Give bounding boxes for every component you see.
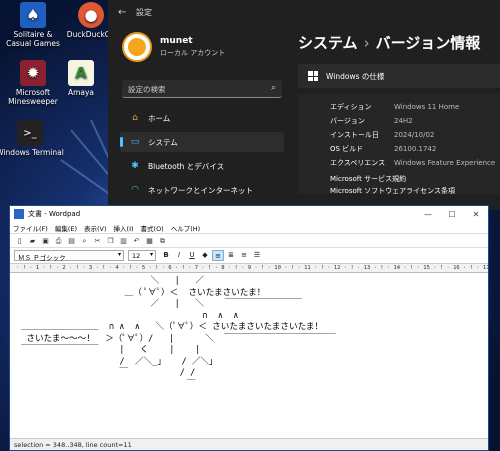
windows-spec-card[interactable]: Windows の仕様 — [298, 64, 500, 88]
copy-icon[interactable]: ❐ — [105, 236, 116, 246]
window-title: 文書 - Wordpad — [28, 210, 81, 218]
desktop-icon-amaya[interactable]: A Amaya — [48, 60, 114, 97]
paste-icon[interactable]: ▥ — [118, 236, 129, 246]
print-preview-icon[interactable]: ▤ — [66, 236, 77, 246]
sidebar-item-home[interactable]: ⌂ ホーム — [120, 108, 284, 128]
breadcrumb-parent[interactable]: システム — [298, 34, 358, 52]
breadcrumb: システム › バージョン情報 — [298, 32, 480, 53]
underline-button[interactable]: U — [186, 250, 198, 261]
new-document-icon[interactable]: ▯ — [14, 236, 25, 246]
back-arrow-icon[interactable]: ← — [118, 7, 136, 18]
wordpad-titlebar[interactable]: 文書 - Wordpad — ☐ ✕ — [10, 206, 488, 222]
document-text[interactable]: ＼ | ／ ＿（ ﾟ∀ﾟ）＜ さいたまさいたま！ ／ | ＼ ￣￣￣￣￣￣￣￣￣… — [16, 276, 336, 391]
bluetooth-icon: ✱ — [131, 161, 139, 171]
menu-bar: ファイル(F) 編集(E) 表示(V) 挿入(I) 書式(O) ヘルプ(H) — [10, 222, 488, 234]
undo-icon[interactable]: ↶ — [131, 236, 142, 246]
italic-button[interactable]: I — [173, 250, 185, 261]
settings-titlebar: ← 設定 — [108, 0, 500, 24]
wordpad-window: 文書 - Wordpad — ☐ ✕ ファイル(F) 編集(E) 表示(V) 挿… — [9, 205, 489, 451]
spec-row: インストール日 2024/10/02 — [330, 131, 435, 139]
maximize-button[interactable]: ☐ — [440, 210, 464, 219]
amaya-icon: A — [68, 60, 94, 86]
open-folder-icon[interactable]: ▰ — [27, 236, 38, 246]
menu-help[interactable]: ヘルプ(H) — [171, 223, 200, 233]
wordpad-app-icon — [14, 209, 24, 219]
service-agreement-link[interactable]: Microsoft サービス規約 — [330, 174, 406, 184]
menu-view[interactable]: 表示(V) — [84, 223, 107, 233]
cards-icon: ♠ — [20, 2, 46, 28]
settings-main: システム › バージョン情報 Windows の仕様 エディション Windows 1… — [298, 24, 500, 210]
status-bar: selection = 348..348, line count=11 — [10, 438, 488, 450]
menu-edit[interactable]: 編集(E) — [55, 223, 77, 233]
align-right-icon[interactable]: ≡ — [238, 250, 250, 261]
desktop-icon-solitaire[interactable]: ♠ Solitaire & Casual Games — [0, 2, 66, 48]
menu-file[interactable]: ファイル(F) — [13, 223, 48, 233]
user-name: munet — [160, 36, 193, 46]
settings-sidebar: munet ローカル アカウント 設定の検索 ⌕ ⌂ ホーム ▭ システム ✱ … — [108, 24, 288, 210]
find-icon[interactable]: ⌕ — [79, 236, 90, 246]
font-name-select[interactable]: ＭＳ Ｐゴシック ▾ — [14, 250, 124, 262]
sidebar-item-network[interactable]: ◠ ネットワークとインターネット — [120, 180, 284, 200]
spec-row: OS ビルド 26100.1742 — [330, 145, 437, 153]
settings-title: 設定 — [136, 7, 152, 17]
settings-window: ← 設定 munet ローカル アカウント 設定の検索 ⌕ ⌂ ホーム ▭ シス… — [108, 0, 500, 210]
chevron-down-icon: ▾ — [149, 251, 153, 258]
standard-toolbar: ▯ ▰ ▣ ⎙ ▤ ⌕ ✂ ❐ ▥ ↶ ▦ ⧉ — [10, 234, 488, 248]
terminal-icon: >_ — [17, 120, 43, 146]
chevron-down-icon: ▾ — [117, 251, 121, 258]
insert-object-icon[interactable]: ⧉ — [157, 236, 168, 246]
duck-icon: ● — [78, 2, 104, 28]
save-icon[interactable]: ▣ — [40, 236, 51, 246]
close-button[interactable]: ✕ — [464, 210, 488, 219]
font-color-icon[interactable]: ◆ — [199, 250, 211, 261]
bullets-icon[interactable]: ☰ — [251, 250, 263, 261]
settings-search-input[interactable]: 設定の検索 ⌕ — [122, 80, 282, 98]
insert-date-icon[interactable]: ▦ — [144, 236, 155, 246]
windows-logo-icon — [308, 71, 318, 81]
bold-button[interactable]: B — [160, 250, 172, 261]
sidebar-item-bluetooth[interactable]: ✱ Bluetooth とデバイス — [120, 156, 284, 176]
search-icon: ⌕ — [270, 83, 276, 93]
spec-row: エクスペリエンス Windows Feature Experience — [330, 159, 496, 167]
page-title: バージョン情報 — [375, 34, 481, 52]
cut-icon[interactable]: ✂ — [92, 236, 103, 246]
sidebar-item-system[interactable]: ▭ システム — [120, 132, 284, 152]
spec-row: バージョン 24H2 — [330, 117, 413, 125]
desktop-icon-terminal[interactable]: >_ Windows Terminal — [0, 120, 68, 157]
wifi-icon: ◠ — [131, 185, 139, 195]
license-terms-link[interactable]: Microsoft ソフトウェアライセンス条項 — [330, 186, 455, 196]
print-icon[interactable]: ⎙ — [53, 236, 64, 246]
font-size-select[interactable]: 12 ▾ — [128, 250, 156, 261]
home-icon: ⌂ — [132, 113, 138, 123]
format-toolbar: ＭＳ Ｐゴシック ▾ 12 ▾ B I U ◆ ≡ ≣ ≡ ☰ — [10, 248, 488, 264]
ruler[interactable]: · ! · 1 · ! · 2 · ! · 3 · ! · 4 · ! · 5 … — [10, 264, 488, 273]
mine-icon: ✹ — [20, 60, 46, 86]
windows-spec-details: エディション Windows 11 Home バージョン 24H2 インストール日 2… — [298, 94, 500, 196]
align-center-icon[interactable]: ≣ — [225, 250, 237, 261]
user-role: ローカル アカウント — [160, 49, 226, 57]
document-editor[interactable]: ＼ | ／ ＿（ ﾟ∀ﾟ）＜ さいたまさいたま！ ／ | ＼ ￣￣￣￣￣￣￣￣￣… — [10, 274, 488, 434]
menu-format[interactable]: 書式(O) — [141, 223, 164, 233]
chevron-right-icon: › — [363, 34, 370, 52]
monitor-icon: ▭ — [130, 137, 140, 147]
align-left-icon[interactable]: ≡ — [212, 250, 224, 261]
menu-insert[interactable]: 挿入(I) — [114, 223, 134, 233]
spec-row: エディション Windows 11 Home — [330, 103, 460, 111]
minimize-button[interactable]: — — [416, 210, 440, 219]
avatar[interactable] — [122, 32, 152, 62]
